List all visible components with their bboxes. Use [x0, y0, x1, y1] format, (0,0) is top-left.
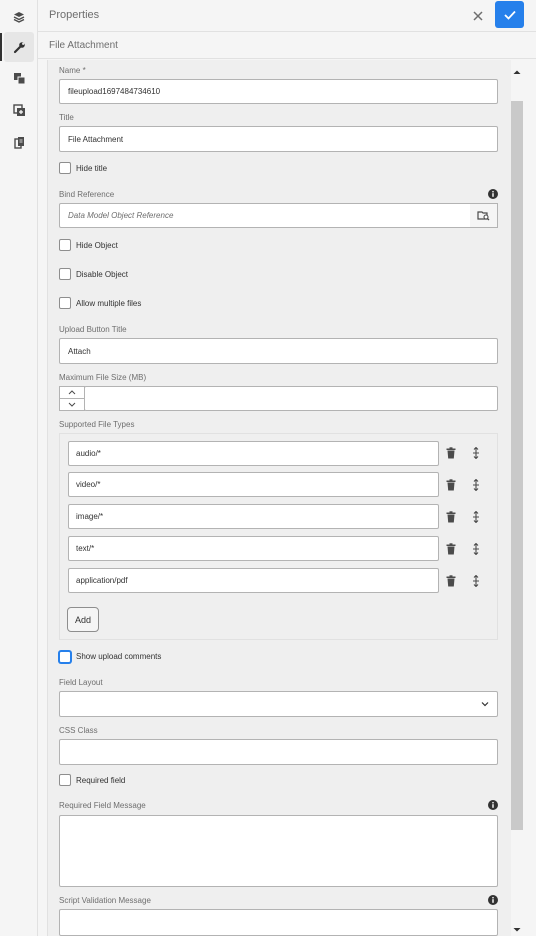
bind-reference-input[interactable]: Data Model Object Reference: [59, 203, 472, 228]
file-size-stepper[interactable]: [59, 386, 85, 411]
disable-object-checkbox[interactable]: [59, 268, 71, 280]
reorder-handle-icon[interactable]: [470, 575, 482, 587]
reorder-handle-icon[interactable]: [470, 447, 482, 459]
component-title: File Attachment: [49, 40, 118, 51]
required-message-label: Required Field Message: [59, 801, 146, 810]
browse-button[interactable]: [470, 203, 498, 228]
field-layout-select[interactable]: [59, 691, 498, 717]
scrollbar-thumb[interactable]: [511, 101, 523, 830]
add-asset-icon[interactable]: [4, 95, 34, 125]
panel-title: Properties: [49, 9, 100, 21]
component-header: File Attachment: [38, 33, 536, 59]
clipboard-icon[interactable]: [4, 127, 34, 157]
scroll-up-arrow[interactable]: [511, 64, 523, 74]
file-type-field[interactable]: text/*: [68, 536, 439, 561]
close-icon: [473, 11, 483, 21]
required-field-checkbox[interactable]: [59, 774, 71, 786]
add-file-type-button[interactable]: Add: [67, 607, 99, 632]
hide-object-checkbox[interactable]: [59, 239, 71, 251]
rail-active-indicator: [0, 33, 2, 61]
css-class-field[interactable]: [59, 739, 498, 765]
hide-title-label: Hide title: [76, 164, 108, 173]
supported-types-label: Supported File Types: [59, 420, 135, 429]
bind-reference-label: Bind Reference: [59, 190, 115, 199]
close-button[interactable]: [468, 6, 488, 26]
title-field[interactable]: File Attachment: [59, 126, 498, 152]
script-validation-textarea[interactable]: [59, 909, 498, 936]
field-layout-label: Field Layout: [59, 678, 103, 687]
trash-icon[interactable]: [445, 575, 457, 587]
reorder-handle-icon[interactable]: [470, 511, 482, 523]
trash-icon[interactable]: [445, 543, 457, 555]
chevron-down-icon: [481, 702, 489, 707]
show-upload-comments-checkbox[interactable]: [59, 651, 71, 663]
show-upload-comments-label: Show upload comments: [76, 652, 162, 661]
confirm-button[interactable]: [495, 1, 524, 28]
chevron-up-icon: [68, 390, 76, 395]
file-type-field[interactable]: audio/*: [68, 441, 439, 466]
trash-icon[interactable]: [445, 479, 457, 491]
hide-title-checkbox[interactable]: [59, 162, 71, 174]
info-icon[interactable]: [488, 895, 498, 905]
properties-header: Properties: [38, 0, 536, 32]
trash-icon[interactable]: [445, 447, 457, 459]
required-field-label: Required field: [76, 776, 126, 785]
file-type-field[interactable]: image/*: [68, 504, 439, 529]
upload-button-title-label: Upload Button Title: [59, 325, 127, 334]
browse-folder-icon: [477, 211, 490, 221]
info-icon[interactable]: [488, 189, 498, 199]
side-rail: [0, 0, 38, 936]
max-file-size-label: Maximum File Size (MB): [59, 373, 147, 382]
script-validation-label: Script Validation Message: [59, 896, 151, 905]
chevron-down-icon: [68, 402, 76, 407]
layers-icon[interactable]: [4, 2, 34, 32]
title-label: Title: [59, 113, 74, 122]
name-field[interactable]: fileupload1697484734610: [59, 79, 498, 104]
hide-object-label: Hide Object: [76, 241, 118, 250]
components-icon[interactable]: [4, 63, 34, 93]
reorder-handle-icon[interactable]: [470, 543, 482, 555]
max-file-size-field[interactable]: [84, 386, 498, 411]
stepper-up-button[interactable]: [60, 387, 84, 398]
trash-icon[interactable]: [445, 511, 457, 523]
scroll-down-arrow[interactable]: [511, 922, 523, 932]
info-icon[interactable]: [488, 800, 498, 810]
css-class-label: CSS Class: [59, 726, 98, 735]
allow-multiple-checkbox[interactable]: [59, 297, 71, 309]
checkmark-icon: [503, 10, 516, 20]
required-message-textarea[interactable]: [59, 815, 498, 887]
reorder-handle-icon[interactable]: [470, 479, 482, 491]
wrench-icon[interactable]: [4, 32, 34, 62]
upload-button-title-field[interactable]: Attach: [59, 338, 498, 364]
disable-object-label: Disable Object: [76, 270, 129, 279]
stepper-down-button[interactable]: [60, 399, 84, 410]
file-type-field[interactable]: video/*: [68, 472, 439, 497]
file-type-field[interactable]: application/pdf: [68, 568, 439, 593]
name-label: Name *: [59, 66, 86, 75]
allow-multiple-label: Allow multiple files: [76, 299, 142, 308]
